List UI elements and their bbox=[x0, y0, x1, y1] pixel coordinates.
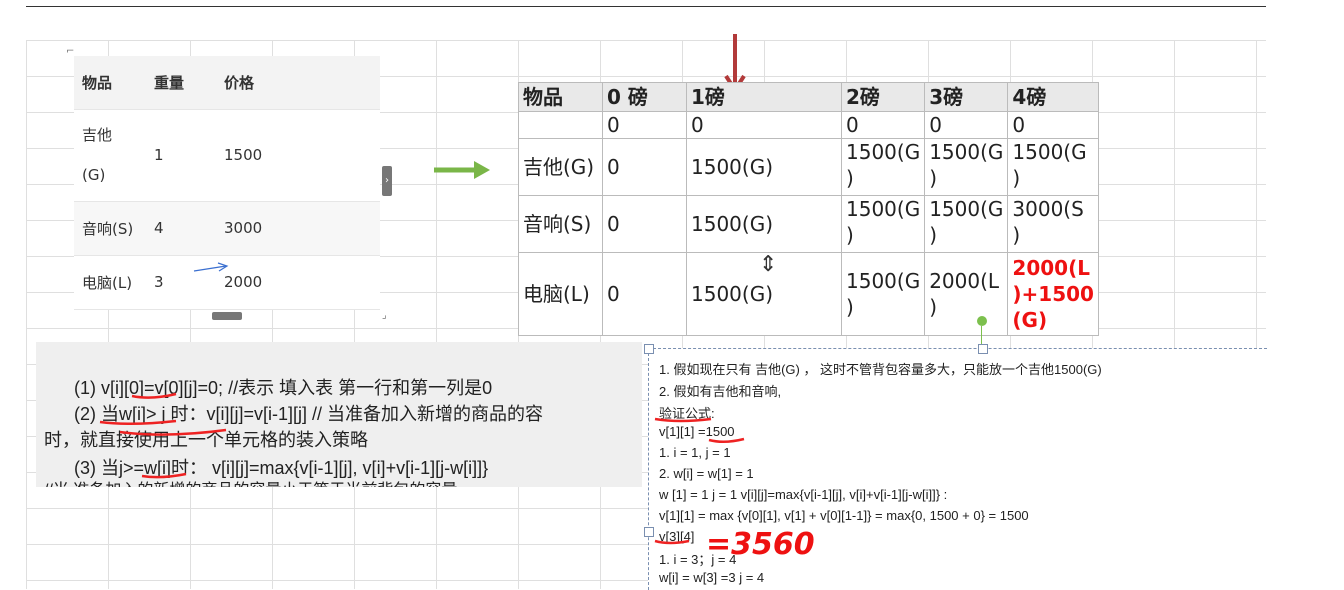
dp-cell: 1500(G) bbox=[686, 195, 842, 253]
price-cell: 3000 bbox=[216, 201, 380, 256]
green-arrow-icon bbox=[434, 161, 490, 179]
dp-cell: 0 bbox=[602, 252, 687, 336]
items-table-header: 物品 重量 价格 bbox=[74, 56, 380, 110]
rotate-handle-stem bbox=[981, 326, 982, 344]
header-price: 价格 bbox=[216, 56, 380, 110]
item-cell: 电脑(L) bbox=[74, 255, 146, 310]
dp-cell: 1500(G) bbox=[686, 138, 842, 196]
dp-cell: 0 bbox=[924, 111, 1009, 139]
dp-header-cap0: 0 磅 bbox=[602, 82, 687, 112]
table-add-row-handle[interactable] bbox=[212, 312, 242, 320]
header-weight: 重量 bbox=[146, 56, 216, 110]
table-row[interactable]: 音响(S) 4 3000 bbox=[74, 201, 380, 256]
item-name-line1: 吉他 bbox=[82, 126, 113, 144]
dp-cell: 0 bbox=[602, 111, 687, 139]
dp-header-cap3: 3磅 bbox=[924, 82, 1009, 112]
dp-header-row: 物品 0 磅 1磅 2磅 3磅 4磅 bbox=[518, 82, 1099, 112]
dp-cell: 0 bbox=[840, 111, 926, 139]
price-cell: 2000 bbox=[216, 255, 380, 310]
dp-cell: 1500(G ) bbox=[924, 138, 1009, 196]
handwritten-text: =3560 bbox=[706, 527, 815, 562]
selection-handle[interactable] bbox=[978, 344, 988, 354]
dp-row-speaker: 音响(S) 0 1500(G) 1500(G ) 1500(G ) 3000(S… bbox=[518, 195, 1099, 253]
item-cell: 音响(S) bbox=[74, 201, 146, 256]
dp-row-label: 吉他(G) bbox=[518, 138, 603, 196]
dp-cell: 0 bbox=[686, 111, 842, 139]
red-underline-marks bbox=[99, 392, 227, 479]
dp-cell: 0 bbox=[602, 195, 687, 253]
dp-cell: 1500(G ) bbox=[924, 195, 1009, 253]
dp-cell: 0 bbox=[1007, 111, 1099, 139]
dp-cell: 1500(G ) bbox=[840, 138, 926, 196]
selection-handle[interactable] bbox=[644, 527, 654, 537]
handwritten-annotation: =3560 bbox=[706, 527, 815, 562]
dp-row-label: 音响(S) bbox=[518, 195, 603, 253]
table-add-column-handle[interactable]: › bbox=[382, 166, 392, 196]
dp-cell: 1500(G ) bbox=[840, 252, 926, 336]
dp-cell: 3000(S ) bbox=[1007, 195, 1099, 253]
rotate-handle[interactable] bbox=[977, 316, 987, 326]
dp-row-guitar: 吉他(G) 0 1500(G) 1500(G ) 1500(G ) 1500(G… bbox=[518, 138, 1099, 196]
dp-table[interactable]: 物品 0 磅 1磅 2磅 3磅 4磅 0 0 0 0 0 吉他(G) 0 150… bbox=[518, 82, 1099, 336]
dp-cell: 1500(G ) bbox=[1007, 138, 1099, 196]
header-item: 物品 bbox=[74, 56, 146, 110]
blue-arrow-icon bbox=[193, 262, 229, 272]
price-cell: 1500 bbox=[216, 109, 380, 202]
dp-header-cap1: 1磅 bbox=[686, 82, 842, 112]
dp-header-item: 物品 bbox=[518, 82, 603, 112]
dp-zero-row: 0 0 0 0 0 bbox=[518, 111, 1099, 139]
dp-cell bbox=[518, 111, 603, 139]
dp-cell: 0 bbox=[602, 138, 687, 196]
resize-corner-icon[interactable]: ⌐ bbox=[66, 46, 74, 57]
item-name-line2: (G) bbox=[82, 166, 106, 184]
selection-handle[interactable] bbox=[644, 344, 654, 354]
rules-text-block[interactable]: (1) v[i][0]=v[0][j]=0; //表示 填入表 第一行和第一列是… bbox=[36, 342, 642, 487]
dp-cell: 2000(L ) bbox=[924, 252, 1009, 336]
weight-cell: 1 bbox=[146, 109, 216, 202]
table-row[interactable]: 吉他 (G) 1 1500 bbox=[74, 109, 380, 202]
resize-corner-icon[interactable]: ⌟ bbox=[382, 310, 387, 321]
top-border bbox=[26, 6, 1266, 7]
dp-cell: 1500(G ) bbox=[840, 195, 926, 253]
weight-cell: 4 bbox=[146, 201, 216, 256]
dp-header-cap2: 2磅 bbox=[840, 82, 926, 112]
dp-row-label: 电脑(L) bbox=[518, 252, 603, 336]
resize-cursor-icon: ⇕ bbox=[759, 252, 778, 277]
dp-header-cap4: 4磅 bbox=[1007, 82, 1099, 112]
dp-cell-highlight: 2000(L )+1500 (G) bbox=[1007, 252, 1099, 336]
dp-row-laptop: 电脑(L) 0 1500(G) 1500(G ) 2000(L ) 2000(L… bbox=[518, 252, 1099, 336]
item-cell: 吉他 (G) bbox=[74, 109, 146, 202]
